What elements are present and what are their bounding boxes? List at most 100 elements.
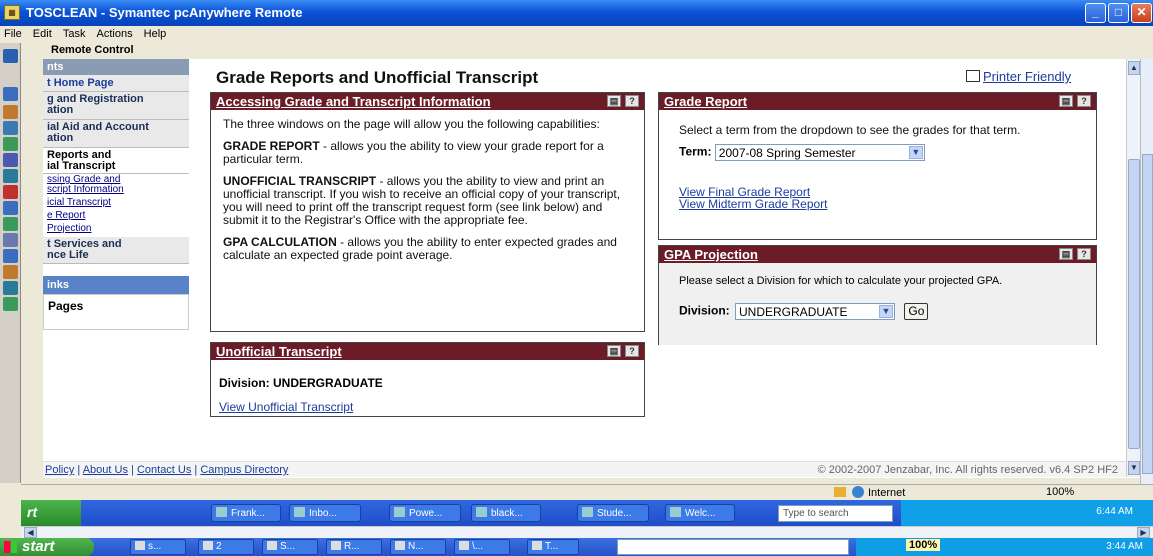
powerpoint-icon [394, 507, 405, 517]
footer-policy-link[interactable]: Policy [45, 464, 74, 476]
division-select[interactable]: UNDERGRADUATE ▼ [735, 303, 896, 320]
grade-report-header: Grade Report ▤ ? [659, 93, 1096, 110]
taskbar-item-2[interactable]: 2 [198, 539, 254, 555]
remote-scroll-thumb[interactable] [1142, 154, 1153, 474]
remote-horizontal-scrollbar[interactable]: ◀ ▶ [21, 526, 1153, 538]
footer-about-link[interactable]: About Us [83, 464, 128, 476]
task-item-frank[interactable]: Frank... [211, 504, 281, 522]
browser-icon [216, 507, 227, 517]
unofficial-transcript-panel: Unofficial Transcript ▤ ? Division: UNDE… [210, 342, 645, 417]
page-scrollbar[interactable]: ▲ ▼ [1126, 59, 1140, 477]
menu-actions[interactable]: Actions [93, 26, 137, 40]
keyboard-icon[interactable] [3, 217, 18, 231]
task-item-black[interactable]: black... [471, 504, 541, 522]
transcript-division: Division: UNDERGRADUATE [219, 376, 383, 390]
task-item-welcome[interactable]: Welc... [665, 504, 735, 522]
options-icon[interactable] [3, 265, 18, 279]
taskbar: start s... 2 S... R... N... \... T... 10… [0, 538, 1153, 556]
remote-scrollbar[interactable] [1140, 59, 1153, 484]
system-tray: 100% 3:44 AM [856, 538, 1153, 556]
sidebar-item-grade-reports[interactable]: Reports and ial Transcript [43, 148, 189, 174]
file-transfer-icon[interactable] [3, 105, 18, 119]
footer-contact-link[interactable]: Contact Us [137, 464, 191, 476]
printer-friendly-link[interactable]: Printer Friendly [966, 69, 1071, 84]
task-item-inbox[interactable]: Inbo... [289, 504, 361, 522]
footer-directory-link[interactable]: Campus Directory [200, 464, 288, 476]
screen-icon[interactable] [3, 153, 18, 167]
sidebar-item-services[interactable]: t Services and nce Life [43, 237, 189, 264]
minimize-panel-icon[interactable]: ▤ [607, 95, 621, 107]
minimize-button[interactable]: _ [1085, 3, 1106, 23]
task-item-student[interactable]: Stude... [577, 504, 649, 522]
page-footer: Policy | About Us | Contact Us | Campus … [43, 461, 1126, 477]
window-title-bar: ▦ TOSCLEAN - Symantec pcAnywhere Remote … [0, 0, 1153, 26]
sidebar-item-financial[interactable]: ial Aid and Account ation [43, 120, 189, 148]
outlook-icon [294, 507, 305, 517]
taskbar-item-7[interactable]: T... [527, 539, 579, 555]
printer-icon[interactable] [3, 233, 18, 247]
scroll-up-icon[interactable]: ▲ [1128, 61, 1140, 75]
menu-help[interactable]: Help [140, 26, 171, 40]
scroll-down-icon[interactable]: ▼ [1128, 461, 1140, 475]
help-icon[interactable] [3, 87, 18, 101]
taskbar-item-3[interactable]: S... [262, 539, 318, 555]
sidebar-link-gpa[interactable]: Projection [43, 222, 189, 235]
menu-file[interactable]: File [0, 26, 26, 40]
sidebar-item-registration[interactable]: g and Registration ation [43, 92, 189, 120]
go-button[interactable]: Go [904, 303, 929, 320]
grade-report-instructions: Select a term from the dropdown to see t… [679, 123, 1021, 137]
scroll-thumb[interactable] [1128, 159, 1140, 449]
taskbar-search-input[interactable]: Type to search [778, 505, 893, 522]
session-icon[interactable] [3, 297, 18, 311]
sidebar-link-accessing[interactable]: ssing Grade and script Information [43, 174, 189, 196]
view-unofficial-transcript-link[interactable]: View Unofficial Transcript [219, 400, 353, 414]
menu-task[interactable]: Task [59, 26, 90, 40]
close-button[interactable]: ✕ [1131, 3, 1152, 23]
taskbar-item-1[interactable]: s... [130, 539, 186, 555]
scroll-right-icon[interactable]: ▶ [1137, 527, 1150, 538]
sidebar-link-transcript[interactable]: icial Transcript [43, 196, 189, 209]
minimize-panel-icon[interactable]: ▤ [1059, 248, 1073, 260]
minimize-panel-icon[interactable]: ▤ [607, 345, 621, 357]
start-button[interactable]: start [0, 538, 94, 556]
maximize-button[interactable]: □ [1108, 3, 1129, 23]
sidebar-item-home[interactable]: t Home Page [43, 75, 189, 92]
menu-edit[interactable]: Edit [29, 26, 56, 40]
sidebar-pages[interactable]: Pages [43, 294, 189, 330]
task-item-powerpoint[interactable]: Powe... [389, 504, 461, 522]
taskbar-item-6[interactable]: \... [454, 539, 510, 555]
scroll-left-icon[interactable]: ◀ [24, 527, 37, 538]
printer-icon [966, 70, 980, 82]
expand-icon[interactable] [3, 49, 18, 63]
taskbar-item-5[interactable]: N... [390, 539, 446, 555]
help-panel-icon[interactable]: ? [625, 95, 639, 107]
gpa-projection-panel: GPA Projection ▤ ? Please select a Divis… [658, 245, 1097, 345]
disconnect-icon[interactable] [3, 185, 18, 199]
copyright-text: © 2002-2007 Jenzabar, Inc. All rights re… [817, 464, 1118, 476]
chevron-down-icon: ▼ [908, 146, 923, 159]
view-midterm-grade-link[interactable]: View Midterm Grade Report [679, 197, 828, 211]
taskbar-item-4[interactable]: R... [326, 539, 382, 555]
minimize-panel-icon[interactable]: ▤ [1059, 95, 1073, 107]
portal-sidebar: nts t Home Page g and Registration ation… [43, 59, 189, 330]
windows-logo-icon [4, 541, 17, 553]
remote-control-header: Remote Control [21, 43, 1153, 58]
sidebar-link-grade-report[interactable]: e Report [43, 209, 189, 222]
taskbar-search-field[interactable] [617, 539, 849, 555]
term-select[interactable]: 2007-08 Spring Semester ▼ [714, 144, 925, 161]
window-title: TOSCLEAN - Symantec pcAnywhere Remote [26, 5, 303, 20]
remote-start-button[interactable]: rt [21, 500, 81, 526]
gpa-instructions: Please select a Division for which to ca… [679, 275, 1003, 287]
image-icon [476, 507, 487, 517]
clipboard-icon[interactable] [3, 201, 18, 215]
network-icon[interactable] [3, 281, 18, 295]
help-panel-icon[interactable]: ? [1077, 248, 1091, 260]
record-icon[interactable] [3, 137, 18, 151]
monitor-icon[interactable] [3, 169, 18, 183]
help-panel-icon[interactable]: ? [1077, 95, 1091, 107]
remote-taskbar: rt Frank... Inbo... Powe... black... Stu… [21, 500, 1153, 526]
transfer-icon[interactable] [3, 249, 18, 263]
chat-icon[interactable] [3, 121, 18, 135]
zoom-level[interactable]: 100% [1046, 486, 1074, 498]
help-panel-icon[interactable]: ? [625, 345, 639, 357]
